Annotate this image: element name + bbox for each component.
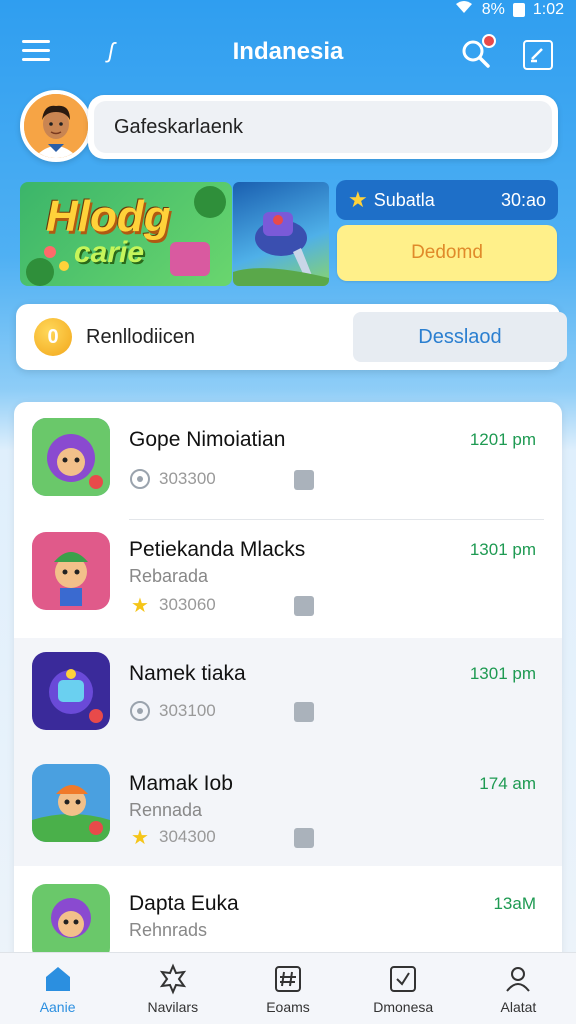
promo-label: Subatla xyxy=(373,189,435,210)
app-subtitle: Rebarada xyxy=(129,566,209,586)
secondary-game-banner[interactable] xyxy=(233,182,329,286)
app-stat: 303300 xyxy=(129,468,216,490)
notification-dot xyxy=(482,34,496,48)
edit-icon[interactable] xyxy=(523,40,553,70)
app-icon xyxy=(32,652,110,730)
app-icon xyxy=(32,532,110,610)
app-stat: ★ 303060 xyxy=(129,594,216,617)
app-icon xyxy=(32,884,110,962)
grid-icon xyxy=(294,828,314,848)
status-bar: 8% 1:02 xyxy=(0,0,576,22)
banner-subtitle: carie xyxy=(74,236,145,269)
nav-item-badges[interactable]: Navilars xyxy=(115,953,230,1024)
app-stat-value: 303060 xyxy=(159,595,216,614)
grid-icon xyxy=(294,596,314,616)
star-icon: ★ xyxy=(131,594,149,617)
download-button[interactable]: Desslaod xyxy=(353,312,567,362)
list-item[interactable]: Namek tiaka 303100 1301 pm xyxy=(14,638,562,756)
app-stat: 303100 xyxy=(129,700,216,722)
app-name: Namek tiaka xyxy=(129,662,246,685)
nav-label: Aanie xyxy=(39,999,76,1015)
battery-icon xyxy=(512,2,525,17)
wifi-icon xyxy=(454,0,474,19)
search-icon[interactable] xyxy=(460,34,496,70)
app-bar: ʃ Indanesia xyxy=(0,28,576,78)
app-stat-value: 304300 xyxy=(159,827,216,846)
search-input[interactable]: Gafeskarlaenk xyxy=(94,101,552,153)
nav-item-home[interactable]: Aanie xyxy=(0,953,115,1024)
list-item[interactable]: Petiekanda Mlacks Rebarada ★ 303060 1301… xyxy=(14,520,562,638)
home-icon xyxy=(45,967,70,991)
app-time: 174 am xyxy=(479,774,536,793)
app-name: Petiekanda Mlacks xyxy=(129,538,306,561)
app-time: 1301 pm xyxy=(469,664,536,683)
app-time: 1201 pm xyxy=(469,430,536,449)
profile-icon xyxy=(506,967,531,992)
app-name: Mamak Iob xyxy=(129,772,233,795)
nav-item-downloads[interactable]: Dmonesa xyxy=(346,953,461,1024)
search-field[interactable]: Gafeskarlaenk xyxy=(88,95,558,159)
nav-label: Dmonesa xyxy=(373,999,434,1015)
nav-label: Navilars xyxy=(147,999,199,1015)
app-stat: ★ 304300 xyxy=(129,826,216,849)
coin-icon: 0 xyxy=(34,318,72,356)
grid-icon xyxy=(294,702,314,722)
app-name: Dapta Euka xyxy=(129,892,239,915)
badge-icon xyxy=(159,963,186,995)
star-icon: ★ xyxy=(348,187,368,212)
nav-label: Alatat xyxy=(500,999,537,1015)
rewards-card: 0 Renllodiicen Desslaod xyxy=(16,304,567,370)
app-name: Gope Nimoiatian xyxy=(129,428,286,451)
avatar[interactable] xyxy=(20,90,92,162)
app-icon xyxy=(32,764,110,842)
nav-item-profile[interactable]: Alatat xyxy=(461,953,576,1024)
app-subtitle: Rennada xyxy=(129,800,203,820)
app-subtitle: Rehnrads xyxy=(129,920,208,940)
app-stat-value: 303100 xyxy=(159,701,216,720)
star-icon: ★ xyxy=(131,826,149,849)
promo-value: 30:ao xyxy=(500,189,546,210)
check-box-icon xyxy=(390,966,417,992)
chat-icon xyxy=(129,468,151,490)
featured-game-banner[interactable]: Hlodg carie xyxy=(20,182,232,286)
app-time: 13aM xyxy=(493,894,536,913)
list-item[interactable]: Mamak Iob Rennada ★ 304300 174 am xyxy=(14,748,562,866)
banner-title: Hlodg xyxy=(46,192,171,241)
list-item[interactable]: Dapta Euka Rehnrads 13aM xyxy=(14,884,562,962)
app-time: 1301 pm xyxy=(469,540,536,559)
bottom-nav: Aanie Navilars Eoams Dmonesa Alatat xyxy=(0,952,576,1024)
nav-item-games[interactable]: Eoams xyxy=(230,953,345,1024)
hash-icon xyxy=(275,966,301,992)
app-stat-value: 303300 xyxy=(159,469,216,488)
nav-label: Eoams xyxy=(266,999,310,1015)
grid-icon xyxy=(294,470,314,490)
list-item[interactable]: Gope Nimoiatian 303300 1201 pm xyxy=(14,402,562,520)
chat-icon xyxy=(129,700,151,722)
signal-text: 8% xyxy=(481,0,505,18)
clock: 1:02 xyxy=(532,0,564,18)
app-icon xyxy=(32,418,110,496)
promo-header: ★ Subatla 30:ao xyxy=(336,180,558,220)
app-list: Gope Nimoiatian 303300 1201 pm Petiekand… xyxy=(14,402,562,962)
promo-button[interactable]: Dedomd xyxy=(337,225,557,281)
rewards-label: Renllodiicen xyxy=(86,326,195,348)
